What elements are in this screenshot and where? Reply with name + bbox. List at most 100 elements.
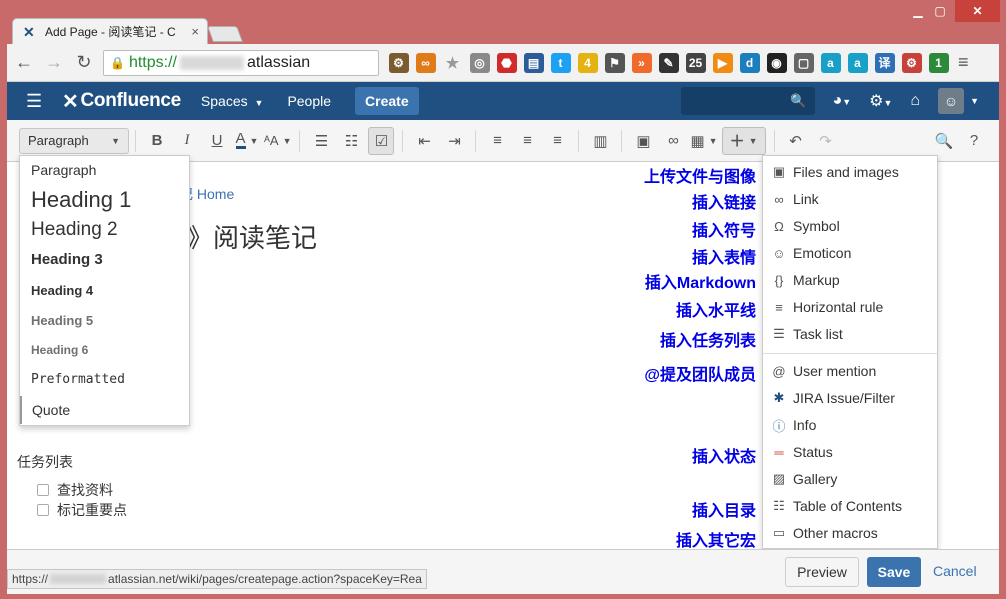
bookmark-star-icon[interactable]: ★ (442, 52, 463, 73)
extension-icon[interactable]: a (847, 52, 868, 73)
extension-icon[interactable]: » (631, 52, 652, 73)
numbered-list-icon[interactable]: ☷ (338, 127, 364, 155)
undo-icon[interactable]: ↶ (783, 127, 809, 155)
menu-item-quote[interactable]: Quote (20, 396, 189, 424)
address-bar[interactable]: 🔒 https:// atlassian (103, 49, 379, 76)
browser-menu-icon[interactable]: ≡ (958, 52, 969, 73)
bold-button[interactable]: B (144, 127, 170, 155)
extension-icon[interactable]: ⚙ (388, 52, 409, 73)
extension-icon[interactable]: ∞ (415, 52, 436, 73)
task-item: 查找资料 (37, 480, 113, 500)
back-arrow-icon[interactable]: ← (11, 50, 37, 76)
reload-icon[interactable]: ↻ (71, 50, 97, 76)
menu-item-heading-6[interactable]: Heading 6 (20, 343, 189, 357)
edit-icon[interactable]: ✎ (658, 52, 679, 73)
find-replace-icon[interactable]: 🔍 (931, 127, 957, 155)
align-right-icon[interactable]: ≡ (544, 127, 570, 155)
settings-gear-icon[interactable]: ⚙▼ (869, 91, 892, 111)
menu-item-heading-5[interactable]: Heading 5 (20, 313, 189, 328)
status-icon: ═ (774, 444, 784, 460)
save-button[interactable]: Save (867, 557, 921, 587)
confluence-logo[interactable]: ✕ Confluence (62, 89, 181, 114)
help-question-icon[interactable]: ? (961, 127, 987, 155)
insert-menu-item-jira[interactable]: ✱ JIRA Issue/Filter (763, 385, 937, 411)
insert-menu-item-files[interactable]: ▣ Files and images (763, 159, 937, 185)
chevron-down-icon[interactable]: ▼ (970, 96, 979, 106)
menu-item-heading-4[interactable]: Heading 4 (20, 283, 189, 298)
insert-link-icon[interactable]: ∞ (660, 127, 686, 155)
insert-menu-item-table-of-contents[interactable]: ☷ Table of Contents (763, 493, 937, 519)
user-avatar[interactable]: ☺ (938, 88, 965, 114)
menu-item-heading-1[interactable]: Heading 1 (20, 187, 189, 213)
paragraph-style-select[interactable]: Paragraph ▼ (19, 127, 129, 154)
insert-menu-item-gallery[interactable]: ▨ Gallery (763, 466, 937, 492)
extension-icon[interactable]: ▢ (793, 52, 814, 73)
new-tab-button[interactable] (207, 26, 243, 42)
menu-item-heading-2[interactable]: Heading 2 (20, 219, 189, 241)
extension-icon[interactable]: ⚑ (604, 52, 625, 73)
gallery-icon: ▨ (772, 471, 786, 486)
extension-icon[interactable]: 4 (577, 52, 598, 73)
browser-tab[interactable]: ✕ Add Page - 阅读笔记 - C × (12, 18, 208, 44)
task-list-icon[interactable]: ☑ (368, 126, 395, 155)
extension-icon[interactable]: 25 (685, 52, 706, 73)
create-button[interactable]: Create (355, 87, 419, 115)
adblock-icon[interactable]: ⬣ (496, 52, 517, 73)
underline-button[interactable]: U (204, 127, 230, 155)
page-layout-icon[interactable]: ▥ (587, 127, 613, 155)
people-link[interactable]: People (287, 93, 331, 109)
spaces-menu[interactable]: Spaces ▼ (201, 93, 264, 109)
extension-icon[interactable]: ⚙ (901, 52, 922, 73)
jira-icon: ✱ (773, 390, 785, 405)
outdent-icon[interactable]: ⇤ (411, 127, 437, 155)
insert-menu-item-task-list[interactable]: ☰ Task list (763, 321, 937, 347)
translate-icon[interactable]: 译 (874, 52, 895, 73)
insert-menu-item-emoticon[interactable]: ☺ Emoticon (763, 240, 937, 266)
notifications-icon[interactable]: ⌂ (910, 92, 920, 110)
redo-icon[interactable]: ↷ (813, 127, 839, 155)
search-input[interactable]: 🔍 (680, 87, 815, 115)
insert-table-button[interactable]: ▦ ▼ (690, 127, 717, 155)
insert-menu-item-markup[interactable]: {} Markup (763, 267, 937, 293)
insert-menu-item-info[interactable]: ⓘ Info (763, 412, 937, 438)
insert-menu-item-other-macros[interactable]: ▭ Other macros (763, 520, 937, 546)
page-title[interactable]: 》阅读笔记 (187, 218, 317, 255)
help-icon[interactable]: ◕▼ (833, 92, 852, 110)
bullet-list-icon[interactable]: ☰ (308, 127, 334, 155)
cancel-link[interactable]: Cancel (933, 563, 977, 579)
insert-image-icon[interactable]: ▣ (630, 127, 656, 155)
hamburger-menu-icon[interactable]: ☰ (26, 92, 44, 110)
menu-item-heading-3[interactable]: Heading 3 (20, 251, 189, 268)
italic-button[interactable]: I (174, 127, 200, 155)
extension-icon[interactable]: a (820, 52, 841, 73)
insert-menu-item-link[interactable]: ∞ Link (763, 186, 937, 212)
forward-arrow-icon[interactable]: → (41, 50, 67, 76)
indent-icon[interactable]: ⇥ (441, 127, 467, 155)
insert-menu-item-horizontal-rule[interactable]: ≡ Horizontal rule (763, 294, 937, 320)
menu-item-preformatted[interactable]: Preformatted (20, 372, 189, 387)
task-checkbox[interactable] (37, 504, 49, 516)
insert-menu-item-user-mention[interactable]: @ User mention (763, 358, 937, 384)
menu-item-paragraph[interactable]: Paragraph (20, 162, 189, 178)
color-picker-icon[interactable]: ◉ (766, 52, 787, 73)
chevron-down-icon: ▼ (249, 135, 259, 146)
align-left-icon[interactable]: ≡ (484, 127, 510, 155)
extension-icon[interactable]: ◎ (469, 52, 490, 73)
extension-icon[interactable]: ▤ (523, 52, 544, 73)
close-tab-icon[interactable]: × (191, 24, 199, 39)
extension-icon[interactable]: d (739, 52, 760, 73)
window-close-icon[interactable]: ✕ (955, 0, 1000, 22)
insert-menu-item-status[interactable]: ═ Status (763, 439, 937, 465)
align-center-icon[interactable]: ≡ (514, 127, 540, 155)
maximize-icon[interactable]: ▢ (922, 0, 958, 22)
insert-more-button[interactable]: ＋ ▼ (721, 126, 766, 155)
twitter-icon[interactable]: t (550, 52, 571, 73)
preview-button[interactable]: Preview (785, 557, 859, 587)
task-checkbox[interactable] (37, 484, 49, 496)
more-formatting-button[interactable]: ᴬA ▼ (264, 127, 291, 155)
status-url-prefix: https:// (12, 572, 49, 586)
extension-icon[interactable]: 1 (928, 52, 949, 73)
text-color-button[interactable]: A ▼ (234, 127, 260, 155)
play-icon[interactable]: ▶ (712, 52, 733, 73)
insert-menu-item-symbol[interactable]: Ω Symbol (763, 213, 937, 239)
